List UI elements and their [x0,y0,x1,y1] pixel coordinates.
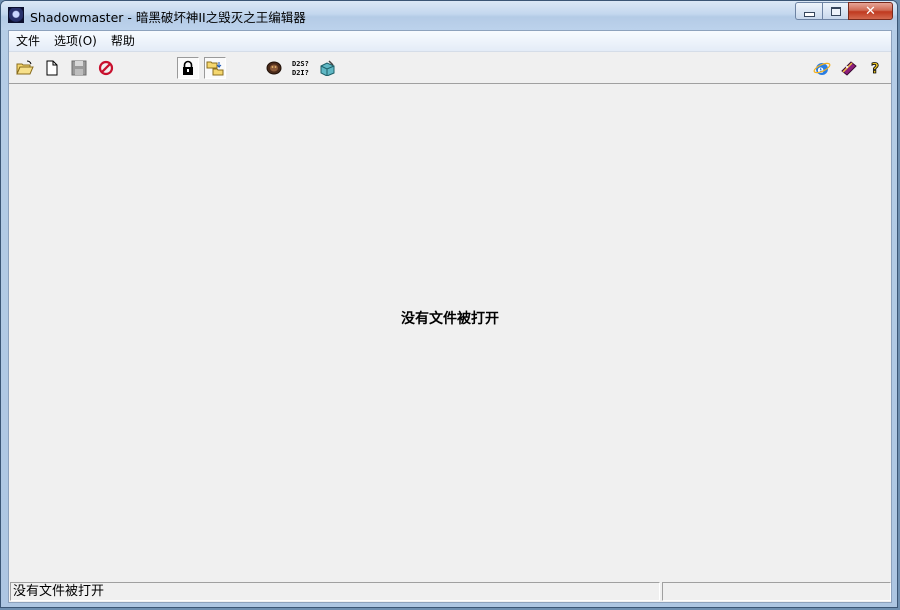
question-help-icon: ? [871,61,880,76]
toolbar: D2S? D2I? e ? [9,52,891,84]
save-disk-icon [71,60,87,76]
menu-help[interactable]: 帮助 [104,31,142,51]
lock-toggle-button[interactable] [177,57,199,79]
stop-icon [98,60,114,76]
app-logo-icon[interactable] [8,7,24,23]
menu-file[interactable]: 文件 [9,31,47,51]
main-content: 没有文件被打开 [9,84,891,582]
help-book-icon [841,61,857,76]
window-controls: ✕ [795,2,893,21]
svg-text:?: ? [871,61,879,76]
help-book-button[interactable] [838,57,860,79]
question-help-button[interactable]: ? [865,57,887,79]
maximize-button[interactable] [822,2,848,20]
minimize-button[interactable] [795,2,822,20]
save-button[interactable] [68,57,90,79]
d2-query-button[interactable]: D2S? D2I? [290,57,312,79]
window-title: Shadowmaster - 暗黑破坏神II之毁灭之王编辑器 [30,10,306,25]
no-file-message: 没有文件被打开 [401,311,499,327]
title-bar[interactable]: Shadowmaster - 暗黑破坏神II之毁灭之王编辑器 ✕ [1,1,897,30]
lock-icon [183,60,193,75]
open-file-button[interactable] [14,57,36,79]
close-button[interactable]: ✕ [848,2,893,20]
stop-button[interactable] [95,57,117,79]
close-icon: ✕ [865,3,876,19]
maximize-icon [830,6,841,16]
character-button[interactable] [263,57,285,79]
d2i-text: D2I? [292,69,309,77]
menu-bar: 文件 选项(O) 帮助 [9,31,891,52]
new-file-icon [46,60,58,76]
diagnostic-box-icon [320,60,335,76]
client-area: 文件 选项(O) 帮助 D2S? D2I? e ? 没有文件被打开 没有文件被打… [8,30,892,603]
internet-explorer-icon: e [813,62,831,76]
open-folder-icon [16,60,34,75]
menu-options[interactable]: 选项(O) [47,31,104,51]
d2-query-icon: D2S? D2I? [292,60,309,77]
diagnostic-button[interactable] [317,57,339,79]
character-portrait-icon [266,61,282,75]
minimize-icon [803,11,815,17]
transfer-toggle-button[interactable] [204,57,226,79]
transfer-folder-icon [206,61,224,76]
status-text: 没有文件被打开 [10,582,660,601]
app-window: Shadowmaster - 暗黑破坏神II之毁灭之王编辑器 ✕ 文件 选项(O… [0,0,898,608]
d2s-text: D2S? [292,60,309,68]
status-bar: 没有文件被打开 [9,581,891,602]
internet-explorer-button[interactable]: e [811,57,833,79]
new-file-button[interactable] [41,57,63,79]
status-pane-right [662,582,891,601]
